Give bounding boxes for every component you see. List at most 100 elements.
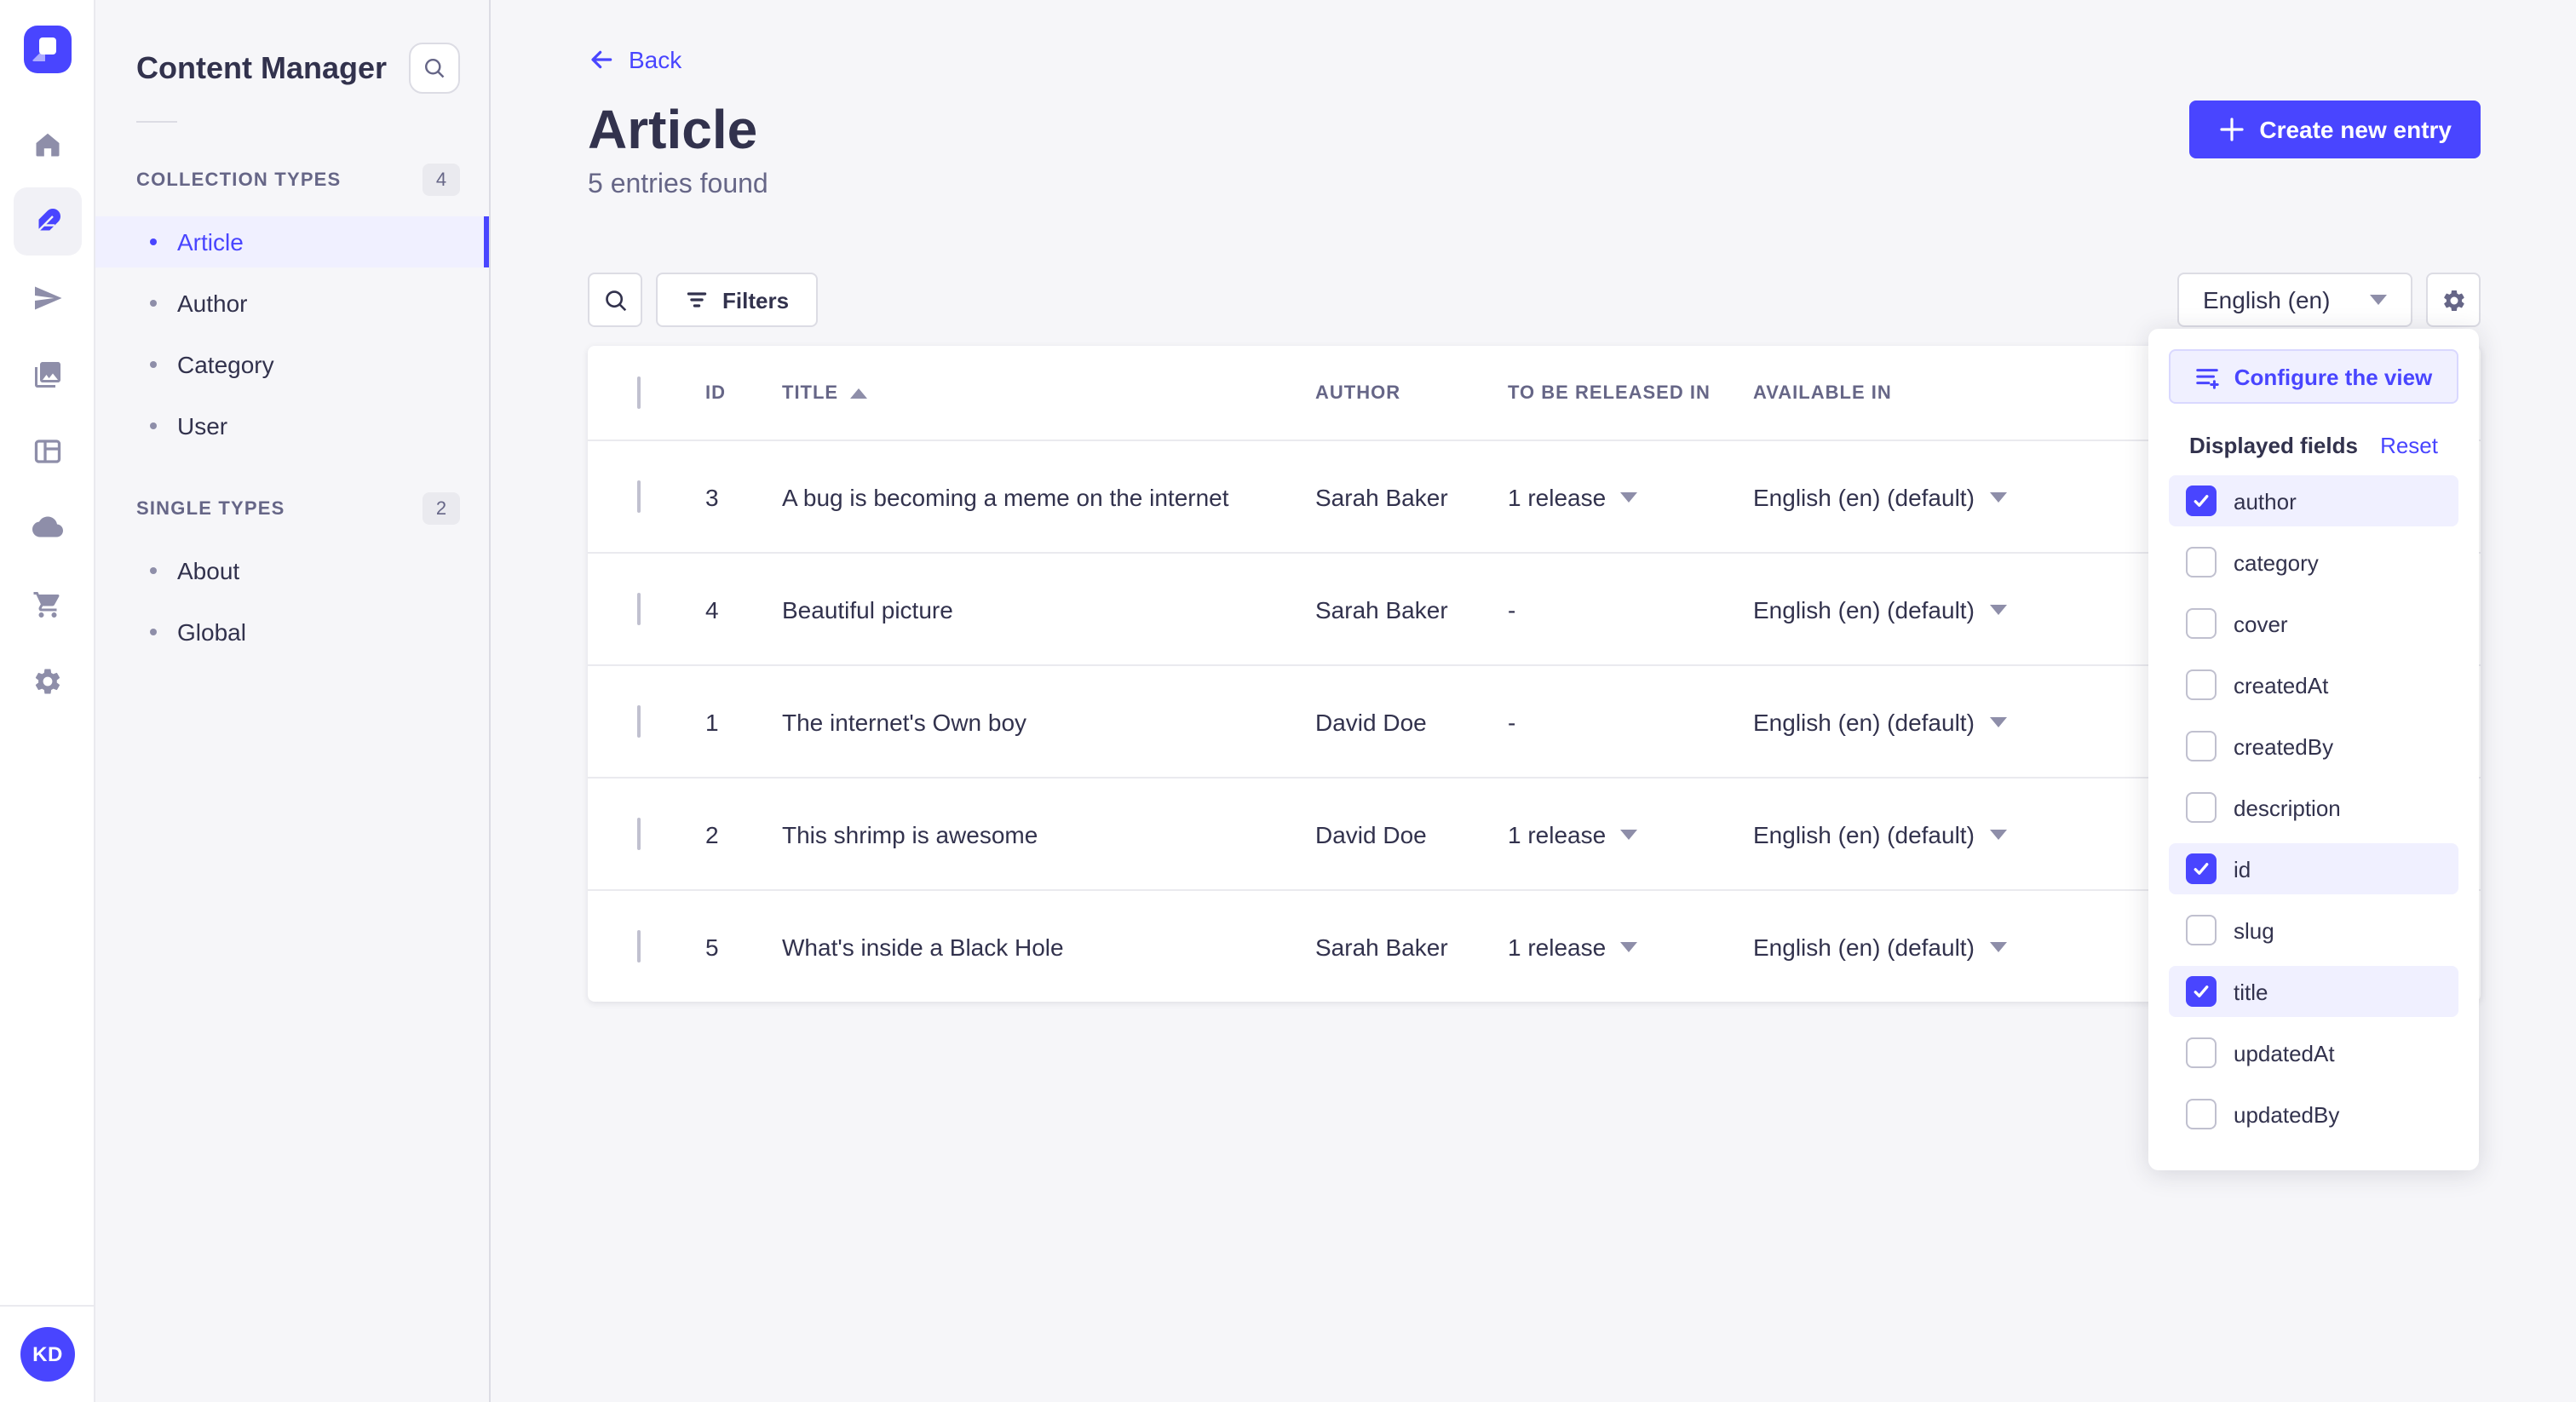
reset-fields-button[interactable]: Reset [2380,433,2438,458]
cell-id: 4 [705,595,719,623]
row-checkbox[interactable] [637,480,641,512]
chevron-down-icon[interactable] [1989,829,2007,839]
cell-title: What's inside a Black Hole [782,933,1064,960]
chevron-down-icon[interactable] [1619,491,1637,502]
field-label: createdBy [2234,733,2334,759]
column-header-title[interactable]: TITLE [782,382,1315,403]
nav-deploy-button[interactable] [13,494,81,562]
cell-release: - [1508,708,1516,735]
field-toggle-description[interactable]: description [2169,782,2458,833]
checkbox[interactable] [2186,915,2217,945]
back-link[interactable]: Back [588,46,681,73]
create-new-entry-label: Create new entry [2259,116,2452,143]
field-toggle-createdBy[interactable]: createdBy [2169,721,2458,772]
sidebar-item-about[interactable]: About [95,545,489,596]
field-label: category [2234,549,2319,575]
checkbox[interactable] [2186,547,2217,577]
cell-release[interactable]: 1 release [1508,933,1753,960]
view-settings-button[interactable] [2426,273,2481,327]
sidebar-item-author[interactable]: Author [95,278,489,329]
create-new-entry-button[interactable]: Create new entry [2189,101,2481,158]
view-settings-popover: Configure the view Displayed fields Rese… [2148,329,2479,1170]
nav-settings-button[interactable] [13,647,81,715]
chevron-down-icon[interactable] [1619,941,1637,951]
field-toggle-id[interactable]: id [2169,843,2458,894]
single-types-label: SINGLE TYPES [136,498,285,519]
nav-home-button[interactable] [13,111,81,179]
locale-select[interactable]: English (en) [2177,273,2412,327]
nav-content-manager-button[interactable] [13,187,81,256]
cell-title: The internet's Own boy [782,708,1027,735]
checkbox[interactable] [2186,792,2217,823]
sidebar-item-user[interactable]: User [95,400,489,451]
cell-id: 5 [705,933,719,960]
nav-media-library-button[interactable] [13,341,81,409]
checkbox[interactable] [2186,486,2217,516]
bullet-icon [150,567,157,574]
chevron-down-icon[interactable] [1619,829,1637,839]
row-checkbox[interactable] [637,704,641,737]
sidebar-item-global[interactable]: Global [95,606,489,658]
column-header-release[interactable]: TO BE RELEASED IN [1508,382,1753,403]
chevron-down-icon [2370,295,2387,305]
cell-id: 1 [705,708,719,735]
column-header-id[interactable]: ID [705,382,782,403]
table-search-button[interactable] [588,273,642,327]
checkbox[interactable] [2186,1099,2217,1129]
nav-marketplace-button[interactable] [13,571,81,639]
field-toggle-slug[interactable]: slug [2169,905,2458,956]
sidebar-item-label: Category [177,351,274,378]
cell-author: Sarah Baker [1315,483,1448,510]
nav-releases-button[interactable] [13,264,81,332]
chevron-down-icon[interactable] [1989,716,2007,727]
sidebar-item-category[interactable]: Category [95,339,489,390]
row-checkbox[interactable] [637,592,641,624]
sidebar-item-article[interactable]: Article [95,216,489,267]
configure-view-label: Configure the view [2234,364,2433,389]
cell-author: David Doe [1315,708,1427,735]
cell-release[interactable]: 1 release [1508,483,1753,510]
user-avatar[interactable]: KD [20,1327,75,1382]
strapi-logo[interactable] [23,26,71,73]
field-toggle-updatedAt[interactable]: updatedAt [2169,1027,2458,1078]
app-window: KD Content Manager COLLECTION TYPES 4 Ar… [0,0,2576,1402]
checkbox[interactable] [2186,731,2217,761]
field-toggle-cover[interactable]: cover [2169,598,2458,649]
row-checkbox[interactable] [637,817,641,849]
filters-button[interactable]: Filters [656,273,819,327]
field-label: updatedAt [2234,1040,2335,1066]
field-toggle-author[interactable]: author [2169,475,2458,526]
sidebar-title: Content Manager [136,51,388,85]
cell-title: This shrimp is awesome [782,820,1038,848]
cloud-icon [32,516,62,537]
column-header-author[interactable]: AUTHOR [1315,382,1508,403]
checkbox[interactable] [2186,853,2217,884]
chevron-down-icon[interactable] [1989,941,2007,951]
collection-types-section: COLLECTION TYPES 4 Article Author Catego… [95,164,489,451]
cell-release[interactable]: 1 release [1508,820,1753,848]
field-toggle-title[interactable]: title [2169,966,2458,1017]
cart-icon [32,592,59,618]
checkbox[interactable] [2186,669,2217,700]
field-label: createdAt [2234,672,2329,698]
entries-count: 5 entries found [588,170,768,199]
checkbox[interactable] [2186,608,2217,639]
cell-author: Sarah Baker [1315,933,1448,960]
checkbox[interactable] [2186,1037,2217,1068]
chevron-down-icon[interactable] [1989,491,2007,502]
bullet-icon [150,422,157,429]
checkbox[interactable] [2186,976,2217,1007]
sidebar-search-button[interactable] [409,43,460,94]
select-all-checkbox[interactable] [637,376,641,408]
field-toggle-createdAt[interactable]: createdAt [2169,659,2458,710]
bullet-icon [150,238,157,245]
configure-view-button[interactable]: Configure the view [2169,349,2458,404]
row-checkbox[interactable] [637,929,641,962]
nav-content-type-builder-button[interactable] [13,417,81,486]
chevron-down-icon[interactable] [1989,604,2007,614]
sidebar-item-label: Global [177,618,246,646]
field-toggle-category[interactable]: category [2169,537,2458,588]
search-icon [605,290,626,311]
field-toggle-updatedBy[interactable]: updatedBy [2169,1089,2458,1140]
sidebar-item-label: Author [177,290,248,317]
